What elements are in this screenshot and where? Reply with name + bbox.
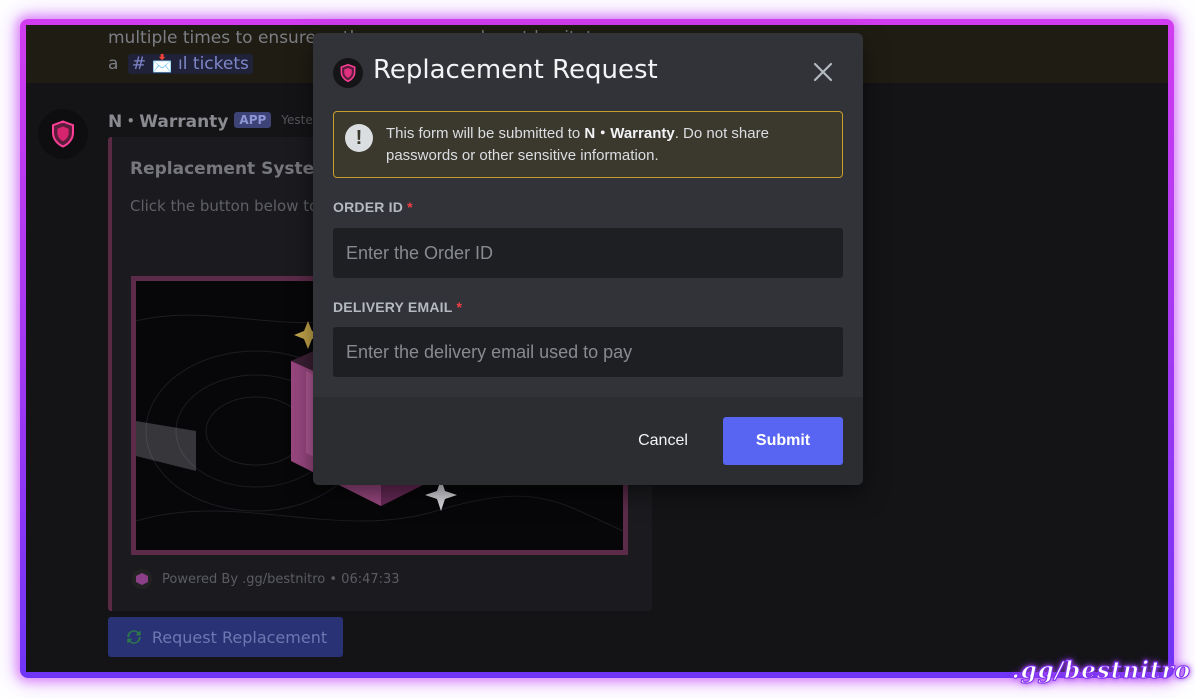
- author-name[interactable]: N・Warranty: [108, 107, 228, 132]
- notice-line-2-prefix: a: [108, 54, 119, 74]
- submit-button[interactable]: Submit: [723, 417, 843, 465]
- embed-footer-text: Powered By .gg/bestnitro • 06:47:33: [162, 571, 400, 587]
- cancel-button[interactable]: Cancel: [621, 417, 705, 465]
- footer-icon: [132, 569, 152, 589]
- close-icon: [813, 62, 833, 82]
- warning-text: This form will be submitted to N・Warrant…: [386, 123, 842, 167]
- close-button[interactable]: [810, 59, 836, 85]
- app-badge: APP: [234, 111, 272, 128]
- modal-app-icon: [333, 58, 363, 88]
- message-header: N・Warranty APP Yeste: [108, 107, 313, 132]
- request-replacement-label: Request Replacement: [151, 627, 328, 647]
- channel-mention-tickets[interactable]: # 📩 ıl tickets: [127, 54, 253, 74]
- warning-callout: ! This form will be submitted to N・Warra…: [333, 111, 843, 178]
- required-marker: *: [407, 199, 413, 215]
- warning-text-before: This form will be submitted to: [386, 124, 585, 142]
- bot-avatar[interactable]: [38, 109, 88, 159]
- modal-title: Replacement Request: [373, 55, 658, 85]
- watermark: .gg/bestnitro: [1011, 657, 1191, 685]
- embed-title: Replacement System: [130, 159, 332, 179]
- embed-footer: Powered By .gg/bestnitro • 06:47:33: [132, 569, 400, 589]
- shield-icon: [340, 63, 356, 83]
- delivery-email-input[interactable]: [333, 327, 843, 377]
- required-marker: *: [456, 299, 463, 315]
- modal-footer: Cancel Submit: [313, 397, 863, 485]
- shield-icon: [52, 120, 74, 148]
- notice-line-2: a # 📩 ıl tickets: [108, 54, 253, 74]
- request-replacement-button[interactable]: Request Replacement: [108, 617, 343, 657]
- order-id-label-text: ORDER ID: [333, 199, 404, 215]
- message-timestamp: Yeste: [281, 112, 313, 127]
- order-id-label: ORDER ID *: [333, 199, 413, 215]
- delivery-email-label-text: DELIVERY EMAIL: [333, 299, 453, 315]
- delivery-email-label: DELIVERY EMAIL *: [333, 299, 462, 315]
- order-id-input[interactable]: [333, 228, 843, 278]
- refresh-icon: [127, 630, 141, 644]
- embed-description: Click the button below to: [130, 197, 319, 215]
- replacement-request-modal: Replacement Request ! This form will be …: [313, 33, 863, 485]
- exclamation-icon: !: [345, 124, 373, 152]
- warning-bot-name: N・Warranty: [584, 124, 675, 142]
